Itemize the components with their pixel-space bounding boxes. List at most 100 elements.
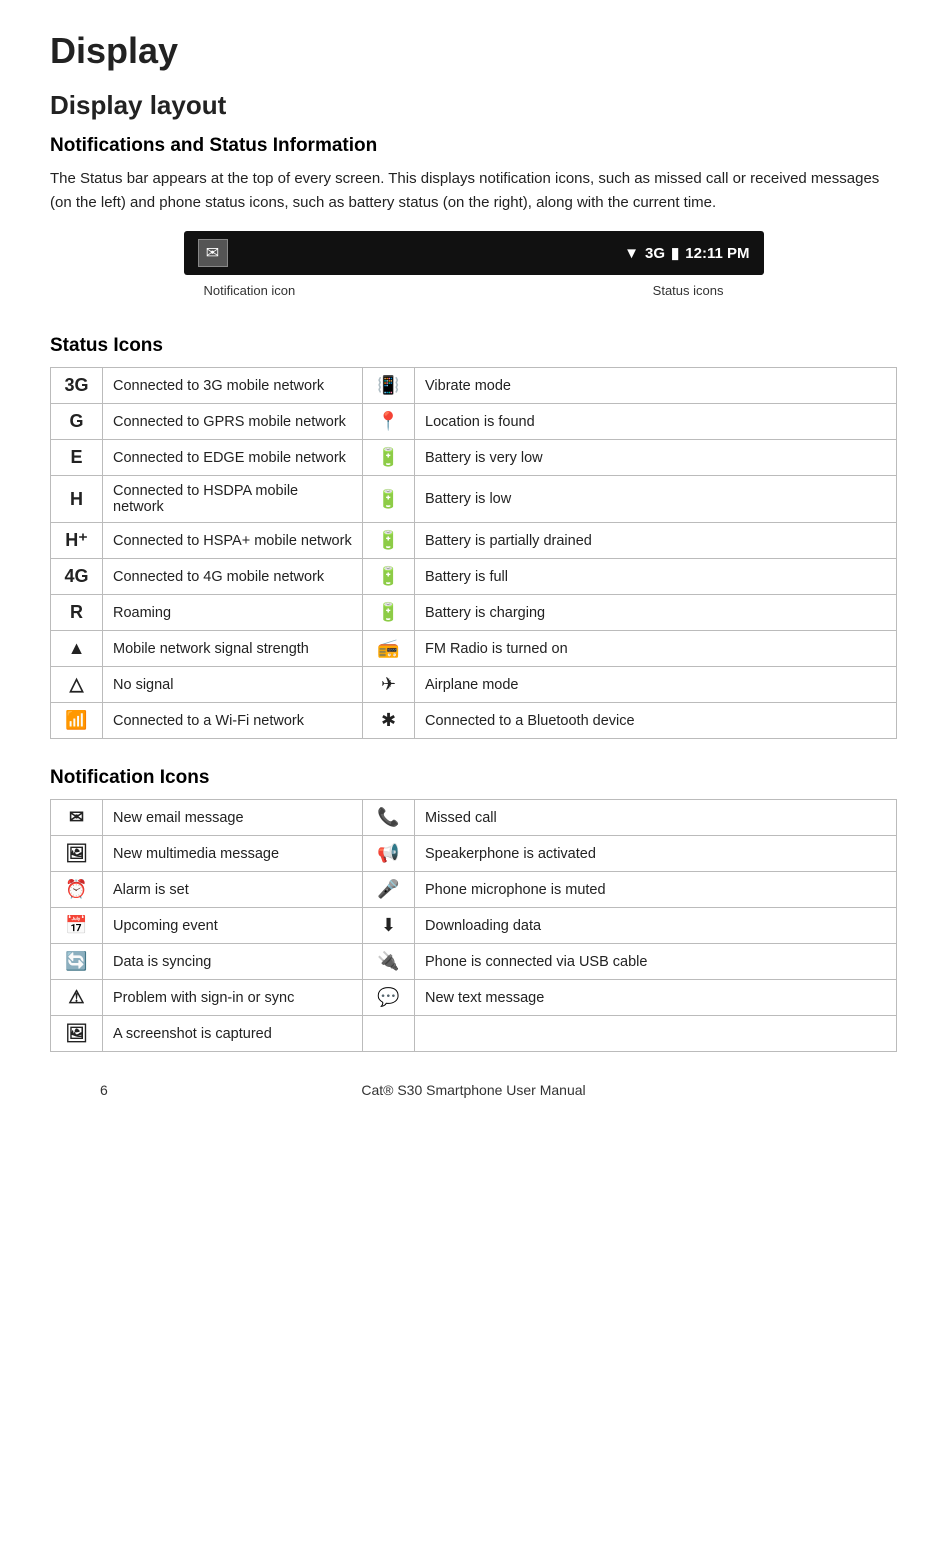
- status-icon2-2: 🔋: [363, 440, 415, 476]
- section1-title: Display layout: [50, 90, 897, 121]
- page-title: Display: [50, 30, 897, 72]
- notif-desc-0: New email message: [103, 800, 363, 836]
- status-icon-row: 📶 Connected to a Wi-Fi network ✱ Connect…: [51, 703, 897, 739]
- notif-desc2-0: Missed call: [415, 800, 897, 836]
- status-desc2-9: Connected to a Bluetooth device: [415, 703, 897, 739]
- footer: 6 Cat® S30 Smartphone User Manual: [50, 1082, 897, 1098]
- body-text: The Status bar appears at the top of eve…: [50, 167, 897, 215]
- status-desc-4: Connected to HSPA+ mobile network: [103, 523, 363, 559]
- label-notification-icon: Notification icon: [204, 283, 296, 298]
- status-desc2-5: Battery is full: [415, 559, 897, 595]
- notif-icon-2: ⏰: [51, 872, 103, 908]
- status-desc-6: Roaming: [103, 595, 363, 631]
- statusbar-left: ✉: [198, 239, 228, 267]
- status-desc-7: Mobile network signal strength: [103, 631, 363, 667]
- status-icon2-9: ✱: [363, 703, 415, 739]
- status-desc2-6: Battery is charging: [415, 595, 897, 631]
- footer-page-number: 6: [100, 1082, 108, 1098]
- status-desc-9: Connected to a Wi-Fi network: [103, 703, 363, 739]
- notif-icon-1: 🖼: [51, 836, 103, 872]
- status-icon2-1: 📍: [363, 404, 415, 440]
- notification-icon-row: 🖼 New multimedia message 📢 Speakerphone …: [51, 836, 897, 872]
- status-icon-6: R: [51, 595, 103, 631]
- status-desc2-8: Airplane mode: [415, 667, 897, 703]
- notif-desc-4: Data is syncing: [103, 944, 363, 980]
- status-icon-5: 4G: [51, 559, 103, 595]
- notif-icon-4: 🔄: [51, 944, 103, 980]
- status-icon-row: ▲ Mobile network signal strength 📻 FM Ra…: [51, 631, 897, 667]
- notification-icon-row: ✉ New email message 📞 Missed call: [51, 800, 897, 836]
- notif-icon2-0: 📞: [363, 800, 415, 836]
- notification-icon-row: 🖼 A screenshot is captured: [51, 1016, 897, 1052]
- notif-icon2-5: 💬: [363, 980, 415, 1016]
- status-icon-4: H⁺: [51, 523, 103, 559]
- status-icon-row: H Connected to HSDPA mobile network 🔋 Ba…: [51, 476, 897, 523]
- notif-desc-3: Upcoming event: [103, 908, 363, 944]
- status-icon-row: H⁺ Connected to HSPA+ mobile network 🔋 B…: [51, 523, 897, 559]
- status-desc-5: Connected to 4G mobile network: [103, 559, 363, 595]
- status-desc-8: No signal: [103, 667, 363, 703]
- status-icon-0: 3G: [51, 368, 103, 404]
- notif-desc-2: Alarm is set: [103, 872, 363, 908]
- status-desc-3: Connected to HSDPA mobile network: [103, 476, 363, 523]
- status-icon2-3: 🔋: [363, 476, 415, 523]
- notif-desc-5: Problem with sign-in or sync: [103, 980, 363, 1016]
- statusbar-time: 12:11 PM: [685, 245, 749, 262]
- status-desc2-4: Battery is partially drained: [415, 523, 897, 559]
- notification-icon-row: 🔄 Data is syncing 🔌 Phone is connected v…: [51, 944, 897, 980]
- status-icon-8: △: [51, 667, 103, 703]
- subsection3-title: Notification Icons: [50, 767, 897, 789]
- subsection2-title: Status Icons: [50, 335, 897, 357]
- notif-desc2-6: [415, 1016, 897, 1052]
- notif-icon2-4: 🔌: [363, 944, 415, 980]
- status-icon-row: 4G Connected to 4G mobile network 🔋 Batt…: [51, 559, 897, 595]
- status-desc2-2: Battery is very low: [415, 440, 897, 476]
- status-icons-table: 3G Connected to 3G mobile network 📳 Vibr…: [50, 367, 897, 739]
- notification-icons-table: ✉ New email message 📞 Missed call 🖼 New …: [50, 799, 897, 1052]
- status-desc-0: Connected to 3G mobile network: [103, 368, 363, 404]
- statusbar-right: ▼ 3G ▮ 12:11 PM: [624, 244, 749, 262]
- statusbar-signal-icon: ▼: [624, 245, 639, 262]
- status-desc2-0: Vibrate mode: [415, 368, 897, 404]
- status-icon-1: G: [51, 404, 103, 440]
- status-icon2-8: ✈: [363, 667, 415, 703]
- status-desc2-1: Location is found: [415, 404, 897, 440]
- status-icon-2: E: [51, 440, 103, 476]
- status-desc-2: Connected to EDGE mobile network: [103, 440, 363, 476]
- status-icon-3: H: [51, 476, 103, 523]
- notif-icon-0: ✉: [51, 800, 103, 836]
- notif-icon-5: ⚠: [51, 980, 103, 1016]
- status-icon2-4: 🔋: [363, 523, 415, 559]
- notif-icon-6: 🖼: [51, 1016, 103, 1052]
- notification-icon-row: ⚠ Problem with sign-in or sync 💬 New tex…: [51, 980, 897, 1016]
- notif-icon2-6: [363, 1016, 415, 1052]
- status-desc-1: Connected to GPRS mobile network: [103, 404, 363, 440]
- notif-icon2-1: 📢: [363, 836, 415, 872]
- status-icon2-5: 🔋: [363, 559, 415, 595]
- notification-icon-demo: ✉: [198, 239, 228, 267]
- subsection1-title: Notifications and Status Information: [50, 135, 897, 157]
- notif-desc2-4: Phone is connected via USB cable: [415, 944, 897, 980]
- statusbar-3g-label: 3G: [645, 245, 665, 262]
- notif-desc2-2: Phone microphone is muted: [415, 872, 897, 908]
- statusbar-battery-icon: ▮: [671, 244, 679, 262]
- status-icon-row: 3G Connected to 3G mobile network 📳 Vibr…: [51, 368, 897, 404]
- status-desc2-7: FM Radio is turned on: [415, 631, 897, 667]
- status-icon-row: R Roaming 🔋 Battery is charging: [51, 595, 897, 631]
- label-status-icons: Status icons: [653, 283, 724, 298]
- notification-icon-row: ⏰ Alarm is set 🎤 Phone microphone is mut…: [51, 872, 897, 908]
- notif-icon2-2: 🎤: [363, 872, 415, 908]
- statusbar-image: ✉ ▼ 3G ▮ 12:11 PM: [184, 231, 764, 275]
- notif-desc-1: New multimedia message: [103, 836, 363, 872]
- notif-icon2-3: ⬇: [363, 908, 415, 944]
- statusbar-demo: ✉ ▼ 3G ▮ 12:11 PM: [50, 231, 897, 275]
- status-icon-row: G Connected to GPRS mobile network 📍 Loc…: [51, 404, 897, 440]
- notif-desc2-5: New text message: [415, 980, 897, 1016]
- notification-icon-row: 📅 Upcoming event ⬇ Downloading data: [51, 908, 897, 944]
- notif-desc-6: A screenshot is captured: [103, 1016, 363, 1052]
- statusbar-labels-container: Notification icon Status icons: [184, 283, 764, 307]
- status-icon2-0: 📳: [363, 368, 415, 404]
- status-icon-row: E Connected to EDGE mobile network 🔋 Bat…: [51, 440, 897, 476]
- footer-text: Cat® S30 Smartphone User Manual: [50, 1082, 897, 1098]
- notif-desc2-3: Downloading data: [415, 908, 897, 944]
